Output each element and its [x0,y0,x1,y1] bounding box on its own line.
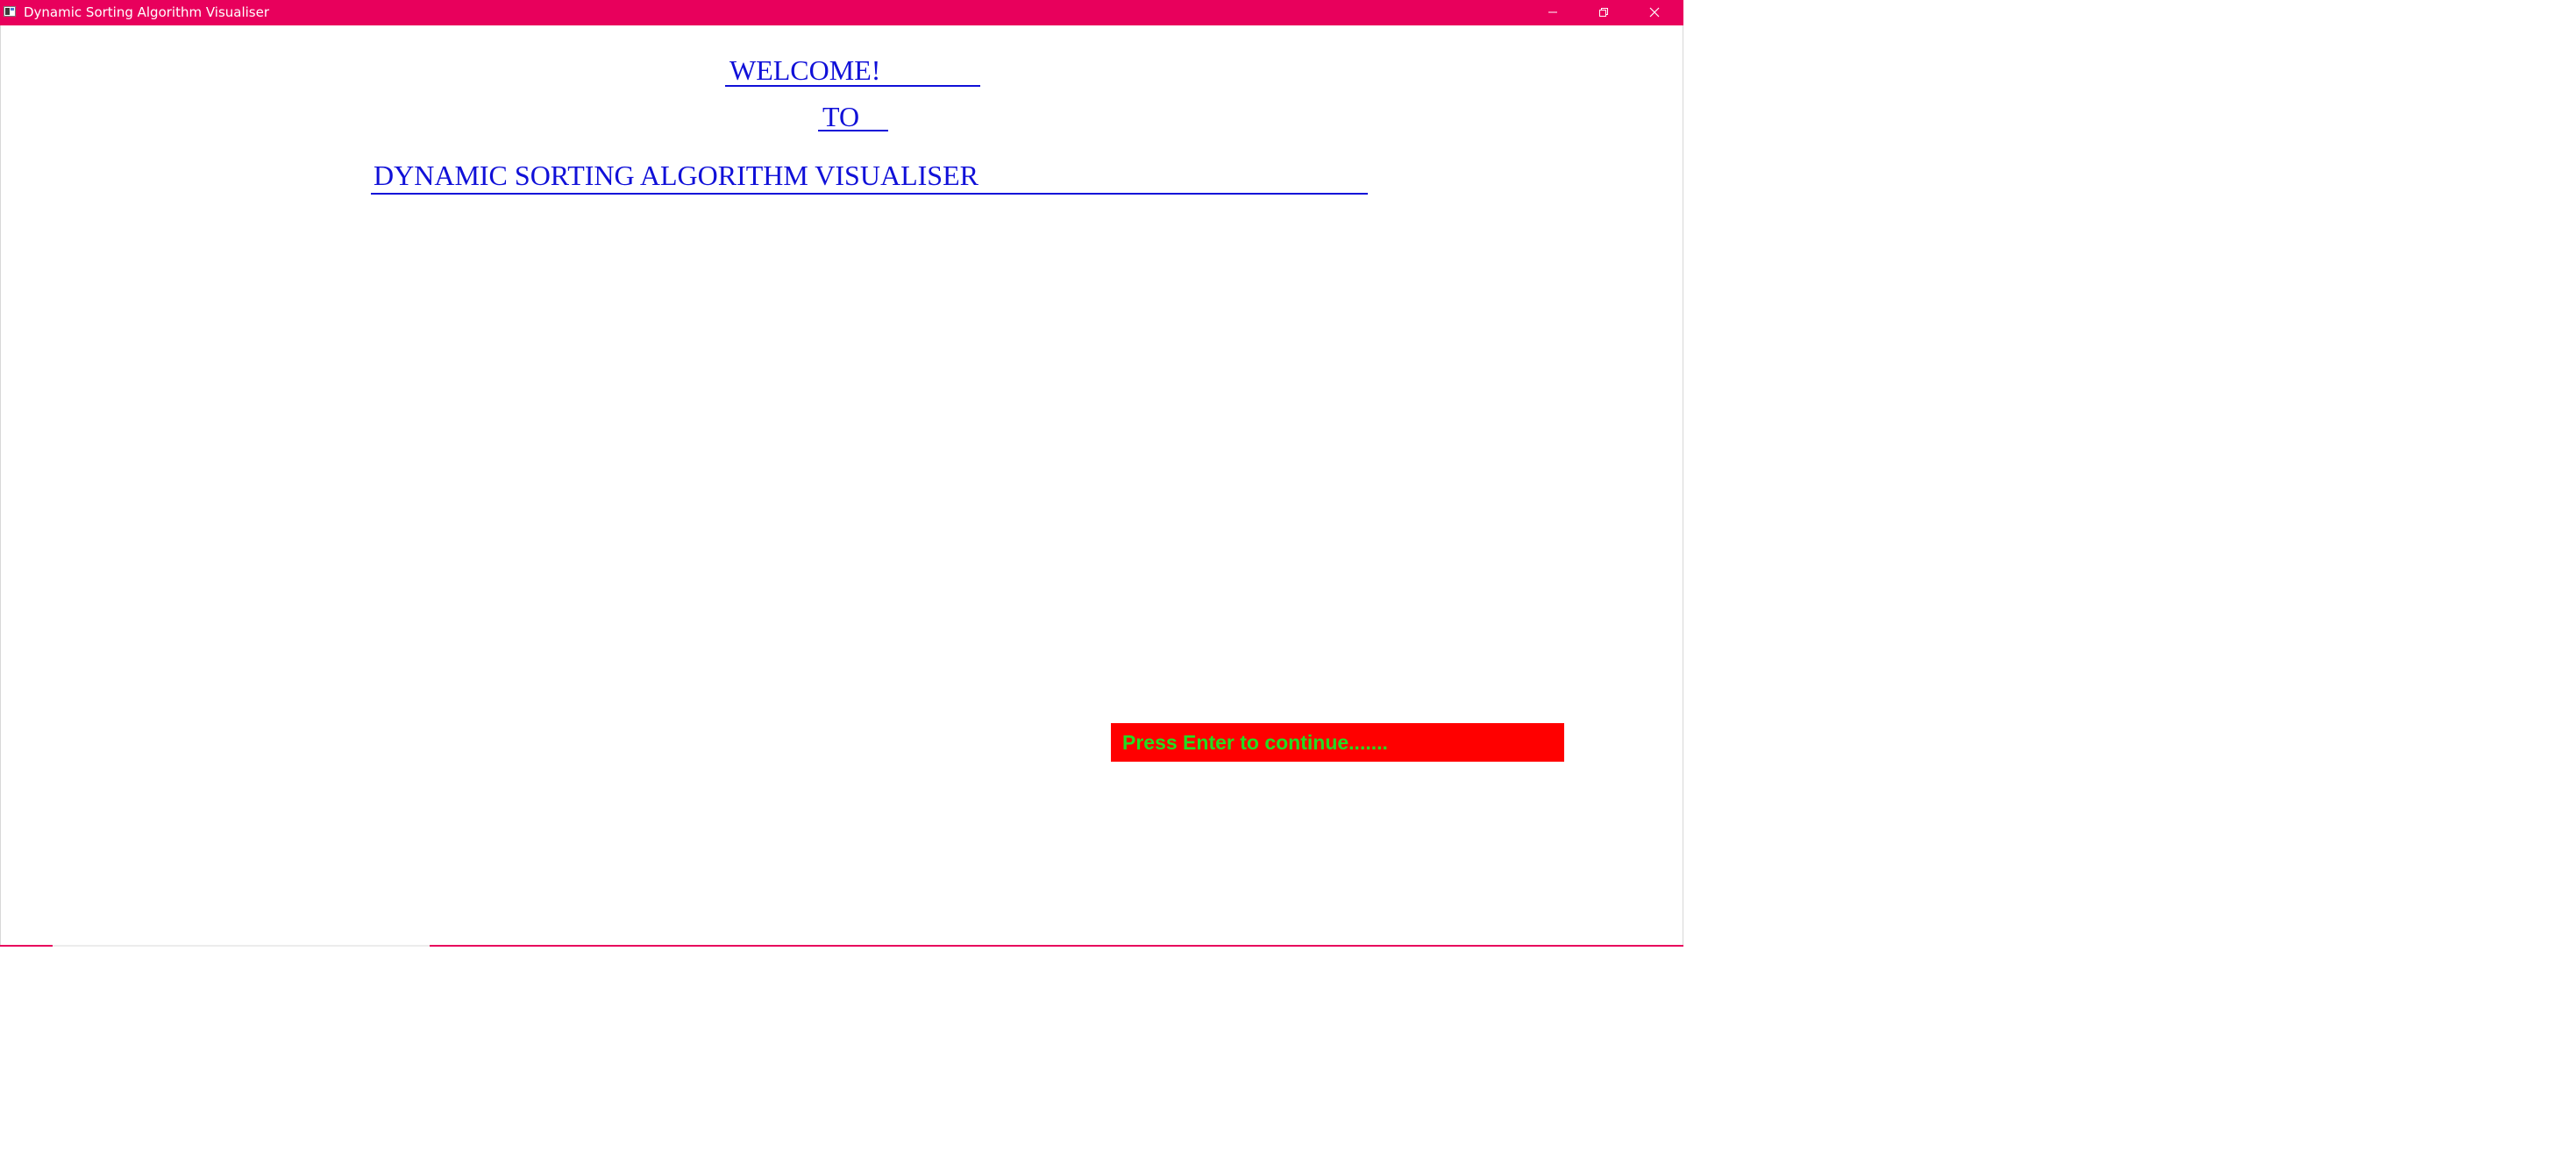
welcome-underline [725,85,980,87]
maximize-button[interactable] [1578,0,1629,25]
continue-prompt-text: Press Enter to continue....... [1122,731,1388,754]
to-heading: TO [822,101,860,132]
continue-prompt: Press Enter to continue....... [1111,723,1564,762]
title-bar[interactable]: Dynamic Sorting Algorithm Visualiser [0,0,1683,25]
app-window: Dynamic Sorting Algorithm Visualiser WEL… [0,0,1683,947]
window-border-left [0,25,1,946]
welcome-heading: WELCOME! [729,54,881,86]
to-underline [818,130,888,131]
window-border-bottom-highlight [53,945,430,947]
app-name-heading: DYNAMIC SORTING ALGORITHM VISUALISER [374,160,978,191]
close-icon [1649,7,1660,18]
window-title: Dynamic Sorting Algorithm Visualiser [24,4,270,20]
app-window-icon [4,6,16,17]
minimize-icon [1548,11,1557,13]
restore-icon [1599,8,1608,17]
app-name-underline [371,193,1368,195]
minimize-button[interactable] [1527,0,1578,25]
close-button[interactable] [1629,0,1680,25]
